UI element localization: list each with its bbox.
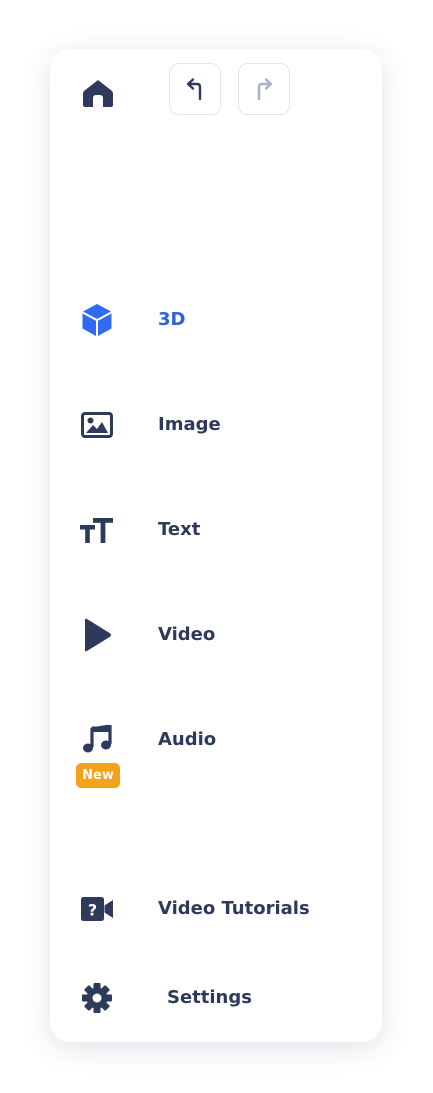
nav-item-label: Video Tutorials — [158, 898, 310, 919]
home-button[interactable] — [78, 73, 118, 113]
play-icon — [77, 617, 117, 653]
svg-text:?: ? — [88, 901, 97, 920]
new-badge: New — [76, 763, 120, 788]
nav-item-video[interactable]: Video — [50, 605, 382, 665]
nav-item-video-tutorials[interactable]: ? Video Tutorials — [50, 879, 382, 939]
nav-item-image[interactable]: Image — [50, 395, 382, 455]
nav-item-label: Image — [158, 414, 221, 435]
text-size-icon — [77, 512, 117, 548]
redo-button[interactable] — [238, 63, 290, 115]
nav-item-3d[interactable]: 3D — [50, 290, 382, 350]
nav-item-text[interactable]: Text — [50, 500, 382, 560]
nav-item-audio[interactable]: Audio New — [50, 710, 382, 790]
nav-item-label: Audio — [158, 729, 217, 750]
redo-arrow-icon — [257, 78, 273, 101]
image-icon — [77, 407, 117, 443]
gear-icon — [77, 980, 117, 1016]
music-note-icon — [77, 722, 117, 758]
sidebar-panel: 3D Image Text Video Audio New ? Video Tu… — [50, 49, 382, 1042]
nav-item-label: Text — [158, 519, 201, 540]
undo-button[interactable] — [169, 63, 221, 115]
home-icon — [83, 80, 113, 107]
undo-arrow-icon — [186, 78, 202, 101]
video-question-icon: ? — [77, 891, 117, 927]
nav-item-settings[interactable]: Settings — [50, 968, 382, 1028]
nav-item-label: Video — [158, 624, 216, 645]
nav-item-label: Settings — [167, 987, 252, 1008]
cube-icon — [77, 302, 117, 338]
nav-item-label: 3D — [158, 309, 186, 330]
